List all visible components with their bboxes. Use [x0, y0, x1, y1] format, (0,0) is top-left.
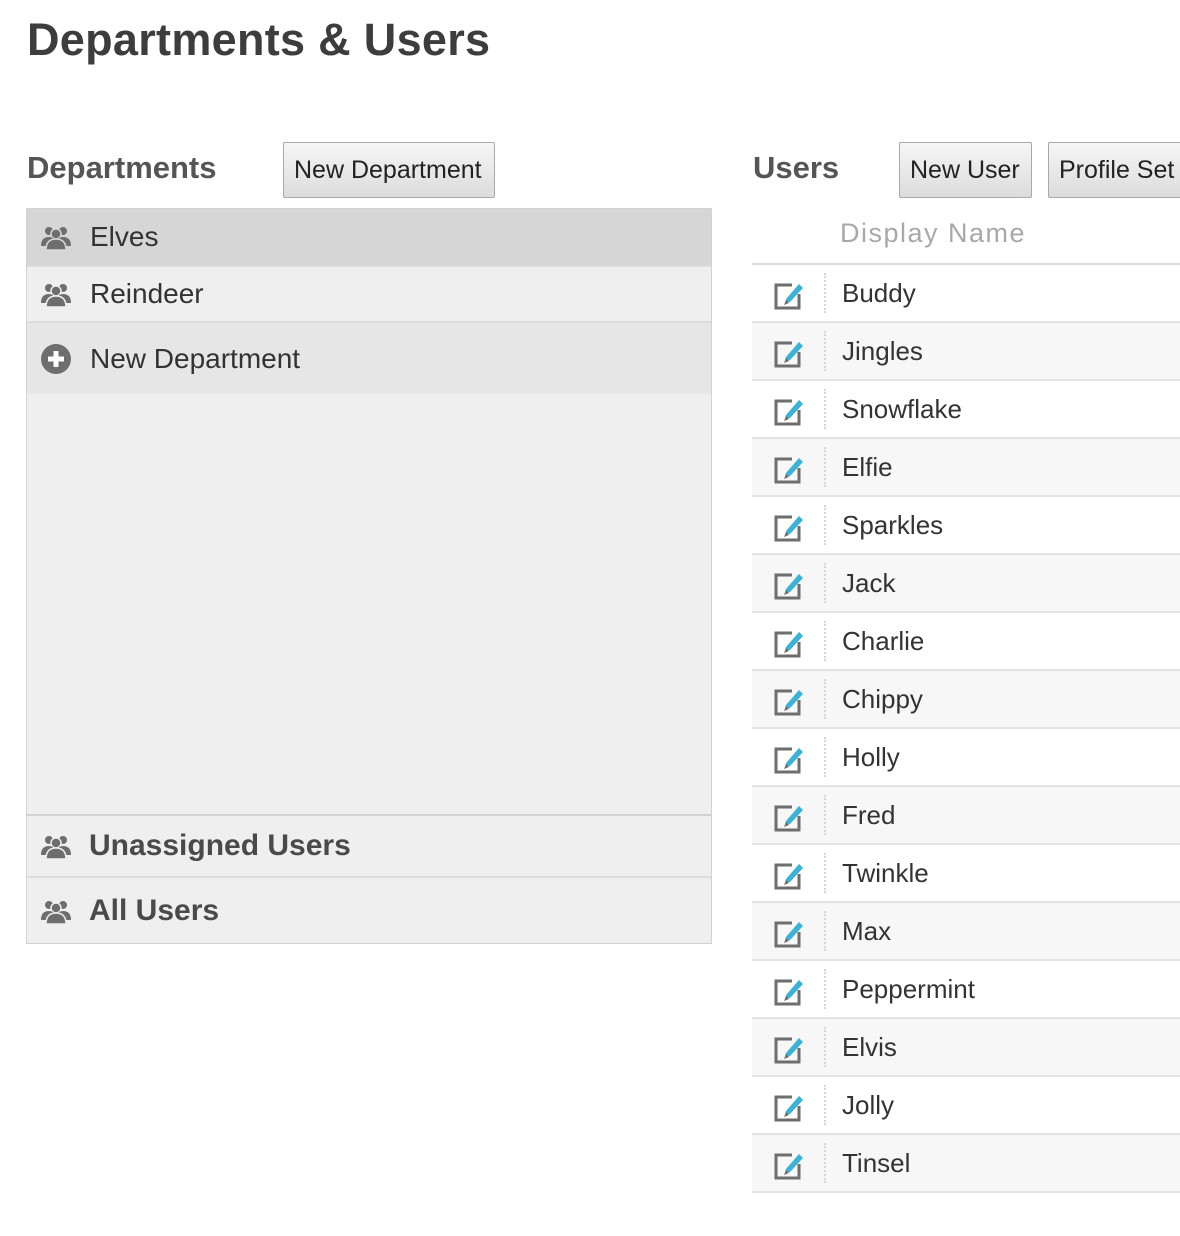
user-row[interactable]: Elfie	[752, 439, 1180, 497]
column-separator	[824, 911, 826, 951]
user-row[interactable]: Peppermint	[752, 961, 1180, 1019]
edit-icon[interactable]	[772, 685, 806, 717]
column-header-display-name[interactable]: Display Name	[840, 218, 1026, 249]
user-display-name[interactable]: Elfie	[842, 452, 893, 483]
users-table-header: Display Name	[752, 208, 1180, 265]
page-title: Departments & Users	[27, 14, 491, 65]
user-display-name[interactable]: Holly	[842, 742, 900, 773]
edit-icon[interactable]	[772, 569, 806, 601]
department-item-all-users[interactable]: All Users	[27, 878, 711, 943]
user-display-name[interactable]: Jack	[842, 568, 895, 599]
add-circle-icon	[41, 343, 71, 374]
user-row[interactable]: Max	[752, 903, 1180, 961]
user-display-name[interactable]: Sparkles	[842, 510, 943, 541]
edit-icon[interactable]	[772, 453, 806, 485]
new-department-button[interactable]: New Department	[283, 142, 495, 198]
edit-icon[interactable]	[772, 1149, 806, 1181]
user-display-name[interactable]: Twinkle	[842, 858, 929, 889]
edit-icon[interactable]	[772, 337, 806, 369]
column-separator	[824, 679, 826, 719]
user-row[interactable]: Twinkle	[752, 845, 1180, 903]
departments-title: Departments	[27, 150, 217, 185]
user-display-name[interactable]: Chippy	[842, 684, 923, 715]
column-separator	[824, 563, 826, 603]
user-display-name[interactable]: Fred	[842, 800, 895, 831]
column-separator	[824, 621, 826, 661]
user-display-name[interactable]: Buddy	[842, 278, 916, 309]
edit-icon[interactable]	[772, 627, 806, 659]
user-row[interactable]: Charlie	[752, 613, 1180, 671]
department-label: All Users	[89, 893, 220, 927]
edit-icon[interactable]	[772, 859, 806, 891]
edit-icon[interactable]	[772, 917, 806, 949]
user-row[interactable]: Jack	[752, 555, 1180, 613]
new-department-item[interactable]: New Department	[27, 323, 711, 394]
department-label: Unassigned Users	[89, 829, 351, 862]
group-icon	[41, 836, 71, 859]
department-item-reindeer[interactable]: Reindeer	[27, 267, 711, 323]
edit-icon[interactable]	[772, 975, 806, 1007]
new-department-label: New Department	[90, 342, 301, 374]
column-separator	[824, 447, 826, 487]
column-separator	[824, 389, 826, 429]
user-display-name[interactable]: Peppermint	[842, 974, 975, 1005]
edit-icon[interactable]	[772, 279, 806, 311]
user-row[interactable]: Buddy	[752, 265, 1180, 323]
column-separator	[824, 969, 826, 1009]
column-separator	[824, 273, 826, 313]
column-separator	[824, 505, 826, 545]
user-row[interactable]: Tinsel	[752, 1135, 1180, 1193]
user-display-name[interactable]: Charlie	[842, 626, 924, 657]
user-row[interactable]: Jingles	[752, 323, 1180, 381]
user-display-name[interactable]: Tinsel	[842, 1148, 910, 1179]
user-row[interactable]: Chippy	[752, 671, 1180, 729]
edit-icon[interactable]	[772, 1091, 806, 1123]
user-row[interactable]: Fred	[752, 787, 1180, 845]
user-display-name[interactable]: Snowflake	[842, 394, 962, 425]
new-user-button[interactable]: New User	[899, 142, 1032, 198]
edit-icon[interactable]	[772, 1033, 806, 1065]
column-separator	[824, 331, 826, 371]
group-icon	[41, 900, 71, 924]
department-item-elves[interactable]: Elves	[27, 209, 711, 267]
column-separator	[824, 737, 826, 777]
edit-icon[interactable]	[772, 511, 806, 543]
department-label: Elves	[90, 221, 159, 252]
edit-icon[interactable]	[772, 395, 806, 427]
user-display-name[interactable]: Jolly	[842, 1090, 894, 1121]
column-separator	[824, 853, 826, 893]
department-item-unassigned-users[interactable]: Unassigned Users	[27, 814, 711, 878]
edit-icon[interactable]	[772, 801, 806, 833]
column-separator	[824, 1085, 826, 1125]
column-separator	[824, 795, 826, 835]
user-row[interactable]: Holly	[752, 729, 1180, 787]
user-display-name[interactable]: Elvis	[842, 1032, 897, 1063]
departments-empty-area	[27, 394, 711, 814]
user-row[interactable]: Jolly	[752, 1077, 1180, 1135]
departments-list: Elves Reindeer New Department Unassigned…	[26, 208, 712, 944]
group-icon	[41, 284, 71, 307]
edit-icon[interactable]	[772, 743, 806, 775]
department-label: Reindeer	[90, 278, 204, 309]
group-icon	[41, 227, 71, 250]
column-separator	[824, 1143, 826, 1183]
column-separator	[824, 1027, 826, 1067]
users-title: Users	[753, 150, 840, 185]
profile-settings-button[interactable]: Profile Set	[1048, 142, 1180, 198]
user-row[interactable]: Elvis	[752, 1019, 1180, 1077]
user-row[interactable]: Snowflake	[752, 381, 1180, 439]
user-display-name[interactable]: Jingles	[842, 336, 923, 367]
page: Departments & Users Departments New Depa…	[0, 0, 1180, 1236]
user-display-name[interactable]: Max	[842, 916, 891, 947]
user-row[interactable]: Sparkles	[752, 497, 1180, 555]
